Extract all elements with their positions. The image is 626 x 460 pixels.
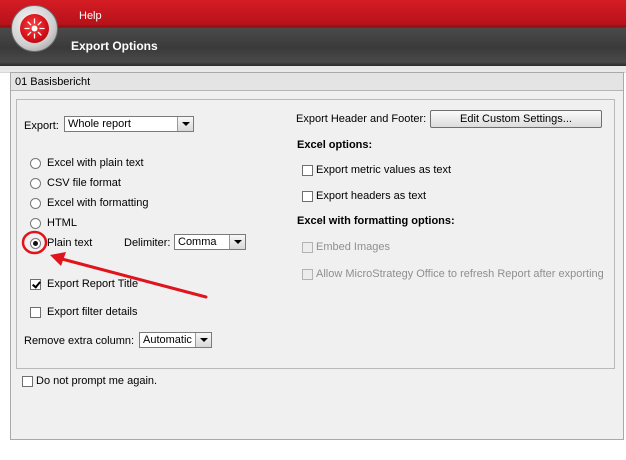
export-scope-value: Whole report xyxy=(68,118,131,130)
radio-excel-formatting[interactable] xyxy=(30,198,41,209)
do-not-prompt-label: Do not prompt me again. xyxy=(36,375,158,387)
header-footer-label: Export Header and Footer: xyxy=(296,113,427,125)
export-headers-checkbox[interactable] xyxy=(302,191,313,202)
export-headers-label: Export headers as text xyxy=(316,190,427,202)
allow-office-refresh-checkbox[interactable] xyxy=(302,269,313,280)
remove-extra-column-label: Remove extra column: xyxy=(24,335,135,347)
export-metric-values-label: Export metric values as text xyxy=(316,164,452,176)
options-group: Export: Whole report Excel with plain te… xyxy=(16,99,615,369)
remove-extra-column-select[interactable]: Automatic xyxy=(139,332,212,348)
edit-custom-settings-button[interactable]: Edit Custom Settings... xyxy=(430,110,602,128)
radio-label-excel-formatting: Excel with formatting xyxy=(47,197,149,209)
radio-label-excel-plain-text: Excel with plain text xyxy=(47,157,144,169)
export-report-title-label: Export Report Title xyxy=(47,278,139,290)
report-name: 01 Basisbericht xyxy=(11,73,623,91)
allow-office-refresh-label: Allow MicroStrategy Office to refresh Re… xyxy=(316,268,604,280)
delimiter-value: Comma xyxy=(178,236,217,248)
export-report-title-checkbox[interactable] xyxy=(30,279,41,290)
embed-images-label: Embed Images xyxy=(316,241,390,253)
export-metric-values-checkbox[interactable] xyxy=(302,165,313,176)
export-options-panel: 01 Basisbericht Export: Whole report Exc… xyxy=(10,72,624,440)
do-not-prompt-checkbox[interactable] xyxy=(22,376,33,387)
chevron-down-icon xyxy=(229,235,245,249)
export-label: Export: xyxy=(24,120,59,132)
radio-csv[interactable] xyxy=(30,178,41,189)
page-title: Export Options xyxy=(71,39,158,53)
export-filter-details-checkbox[interactable] xyxy=(30,307,41,318)
export-filter-details-label: Export filter details xyxy=(47,306,138,318)
radio-label-html: HTML xyxy=(47,217,77,229)
radio-plain-text[interactable] xyxy=(30,238,41,249)
radio-label-csv: CSV file format xyxy=(47,177,121,189)
embed-images-checkbox[interactable] xyxy=(302,242,313,253)
radio-excel-plain-text[interactable] xyxy=(30,158,41,169)
chevron-down-icon xyxy=(195,333,211,347)
app-logo xyxy=(11,5,58,52)
delimiter-label: Delimiter: xyxy=(124,237,171,249)
menu-help[interactable]: Help xyxy=(79,10,102,22)
radio-label-plain-text: Plain text xyxy=(47,237,93,249)
excel-formatting-heading: Excel with formatting options: xyxy=(297,215,455,227)
excel-options-heading: Excel options: xyxy=(297,139,373,151)
delimiter-select[interactable]: Comma xyxy=(174,234,246,250)
export-scope-select[interactable]: Whole report xyxy=(64,116,194,132)
remove-extra-column-value: Automatic xyxy=(143,334,192,346)
radio-html[interactable] xyxy=(30,218,41,229)
app-header: Help Export Options xyxy=(0,0,626,66)
chevron-down-icon xyxy=(177,117,193,131)
